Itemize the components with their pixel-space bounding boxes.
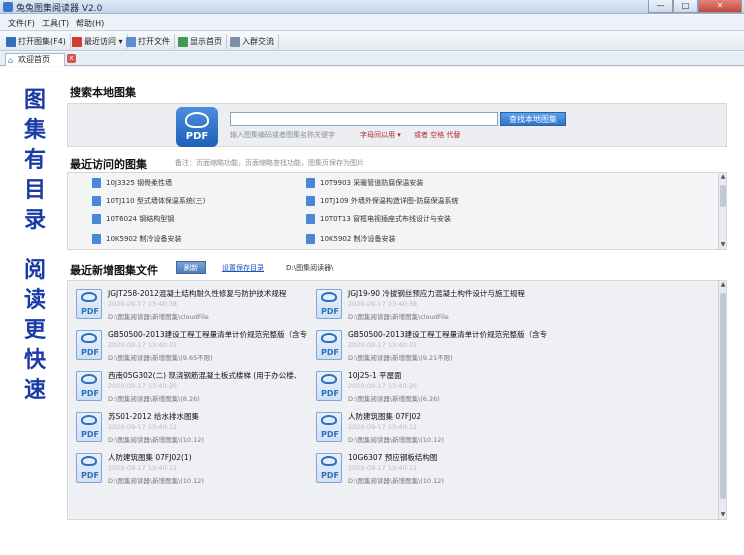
- search-hint: 输入图集编码或者图集名称关键字: [230, 131, 335, 139]
- search-button[interactable]: 查找本地图集: [500, 112, 566, 126]
- set-save-dir-link[interactable]: 设置保存目录: [222, 263, 264, 273]
- search-panel: PDF 查找本地图集 输入图集编码或者图集名称关键字 字母间以用 ▾ 或者 空格…: [67, 103, 727, 147]
- recent-scrollbar[interactable]: ▲ ▼: [718, 173, 726, 249]
- scroll-up-icon[interactable]: ▲: [719, 173, 727, 181]
- pdf-file-icon: PDF: [76, 412, 102, 442]
- join-group-button[interactable]: 入群交流: [230, 34, 279, 49]
- open-folder-icon: [6, 36, 16, 47]
- title-bar: 兔兔图集阅读器 V2.0 — □ ✕: [0, 0, 744, 14]
- search-section-title: 搜索本地图集: [70, 86, 136, 99]
- slogan-char: 速: [23, 377, 46, 403]
- pdf-file-icon: PDF: [76, 330, 102, 360]
- toolbar: 打开图集(F4) 最近访问 ▾ 打开文件 显示首页 入群交流: [0, 32, 744, 51]
- refresh-button[interactable]: 刷新: [176, 261, 206, 274]
- recent-access-button[interactable]: 最近访问 ▾: [72, 34, 128, 49]
- open-file-label: 打开文件: [138, 37, 170, 46]
- atlas-icon: [306, 234, 315, 244]
- recent-list: 10J3325 钢骨柔性墙 10T9903 采暖管道防腐保温安装 10TJ110…: [67, 172, 727, 250]
- menu-file[interactable]: 文件(F): [8, 18, 35, 29]
- welcome-page: 图 集 有 目 录 阅 读 更 快 速 搜索本地图集 PDF 查找本地图集 输入…: [0, 67, 744, 555]
- pdf-file-icon: PDF: [316, 371, 342, 401]
- window-title: 兔兔图集阅读器 V2.0: [16, 4, 103, 14]
- app-logo-icon: [3, 2, 13, 12]
- slogan-char: 阅: [23, 257, 46, 283]
- pdf-file-icon: PDF: [316, 453, 342, 483]
- slogan-char: 图: [23, 87, 46, 113]
- search-filter-dropdown[interactable]: 字母间以用 ▾: [360, 130, 401, 140]
- search-tips: 或者 空格 代替: [414, 131, 461, 139]
- pdf-logo-text: PDF: [185, 131, 209, 142]
- open-file-button[interactable]: 打开文件: [126, 34, 175, 49]
- pdf-file-icon: PDF: [76, 371, 102, 401]
- slogan-char: 录: [23, 207, 46, 233]
- slogan-char: 有: [23, 147, 46, 173]
- pdf-file-icon: PDF: [316, 330, 342, 360]
- tab-strip: ⌂ 欢迎首页 x: [0, 52, 744, 66]
- show-home-label: 显示首页: [190, 37, 222, 46]
- minimize-button[interactable]: —: [648, 0, 673, 13]
- show-home-button[interactable]: 显示首页: [178, 34, 227, 49]
- file-card[interactable]: PDF GB50500-2013建设工程工程量清单计价规范完整版（含专 2020…: [316, 328, 616, 368]
- scroll-thumb[interactable]: [720, 293, 726, 499]
- tab-welcome[interactable]: ⌂ 欢迎首页: [5, 53, 65, 66]
- open-file-icon: [126, 36, 136, 47]
- recent-hint: 备注：页面缩略功能，页面缩略查找功能，图集页保存为图片: [175, 159, 364, 167]
- recent-icon: [72, 36, 82, 47]
- join-group-label: 入群交流: [242, 37, 274, 46]
- menu-tools[interactable]: 工具(T): [42, 18, 69, 29]
- pdf-file-icon: PDF: [316, 412, 342, 442]
- group-icon: [230, 36, 240, 47]
- tab-welcome-label: 欢迎首页: [18, 55, 50, 64]
- slogan-banner: 图 集 有 目 录 阅 读 更 快 速: [18, 85, 52, 405]
- scroll-thumb[interactable]: [720, 185, 726, 207]
- close-button[interactable]: ✕: [698, 0, 742, 13]
- file-card[interactable]: PDF JGJ19-90 冷拔钢丝预应力混凝土构件设计与施工规程 2020-09…: [316, 287, 616, 327]
- atlas-icon: [306, 196, 315, 206]
- pdf-file-icon: PDF: [76, 289, 102, 319]
- atlas-icon: [92, 178, 101, 188]
- tab-close-icon[interactable]: x: [67, 54, 76, 63]
- recent-section-title: 最近访问的图集: [70, 158, 147, 171]
- open-atlas-button[interactable]: 打开图集(F4): [6, 34, 71, 49]
- open-atlas-label: 打开图集(F4): [18, 37, 66, 46]
- menu-bar: 文件(F) 工具(T) 帮助(H): [0, 15, 744, 31]
- slogan-char: 集: [23, 117, 46, 143]
- rabbit-face-icon: [185, 112, 209, 128]
- scroll-down-icon[interactable]: ▼: [719, 241, 727, 249]
- atlas-icon: [92, 196, 101, 206]
- app-window: 兔兔图集阅读器 V2.0 — □ ✕ 文件(F) 工具(T) 帮助(H) 打开图…: [0, 0, 744, 555]
- atlas-icon: [306, 178, 315, 188]
- atlas-icon: [306, 214, 315, 224]
- atlas-icon: [92, 214, 101, 224]
- new-files-section-title: 最近新增图集文件: [70, 264, 158, 277]
- file-card[interactable]: PDF 10G6307 预应钢板结构图 2020-09-17 13:40:12 …: [316, 451, 616, 491]
- new-files-scrollbar[interactable]: ▲ ▼: [718, 281, 726, 519]
- recent-access-label: 最近访问 ▾: [84, 37, 123, 46]
- pdf-logo-icon: PDF: [176, 107, 218, 147]
- slogan-char: 读: [23, 287, 46, 313]
- maximize-button[interactable]: □: [673, 0, 698, 13]
- home-tab-icon: ⌂: [8, 56, 14, 65]
- slogan-char: 快: [23, 347, 46, 373]
- home-icon: [178, 36, 188, 47]
- scroll-up-icon[interactable]: ▲: [719, 281, 727, 289]
- slogan-char: 更: [23, 317, 46, 343]
- new-files-list: PDF JGJT258-2012混凝土结构耐久性修复与防护技术规程 2020-0…: [67, 280, 727, 520]
- scroll-down-icon[interactable]: ▼: [719, 511, 727, 519]
- file-card[interactable]: PDF 10J25-1 平屋面 2020-09-17 13:40:26 D:\图…: [316, 369, 616, 409]
- file-card[interactable]: PDF 人防建筑图集 07FJ02 2020-09-17 13:40:12 D:…: [316, 410, 616, 450]
- menu-help[interactable]: 帮助(H): [76, 18, 104, 29]
- pdf-file-icon: PDF: [316, 289, 342, 319]
- save-path: D:\图集阅读器\: [286, 264, 334, 272]
- atlas-icon: [92, 234, 101, 244]
- pdf-file-icon: PDF: [76, 453, 102, 483]
- slogan-char: 目: [23, 177, 46, 203]
- search-input[interactable]: [230, 112, 498, 126]
